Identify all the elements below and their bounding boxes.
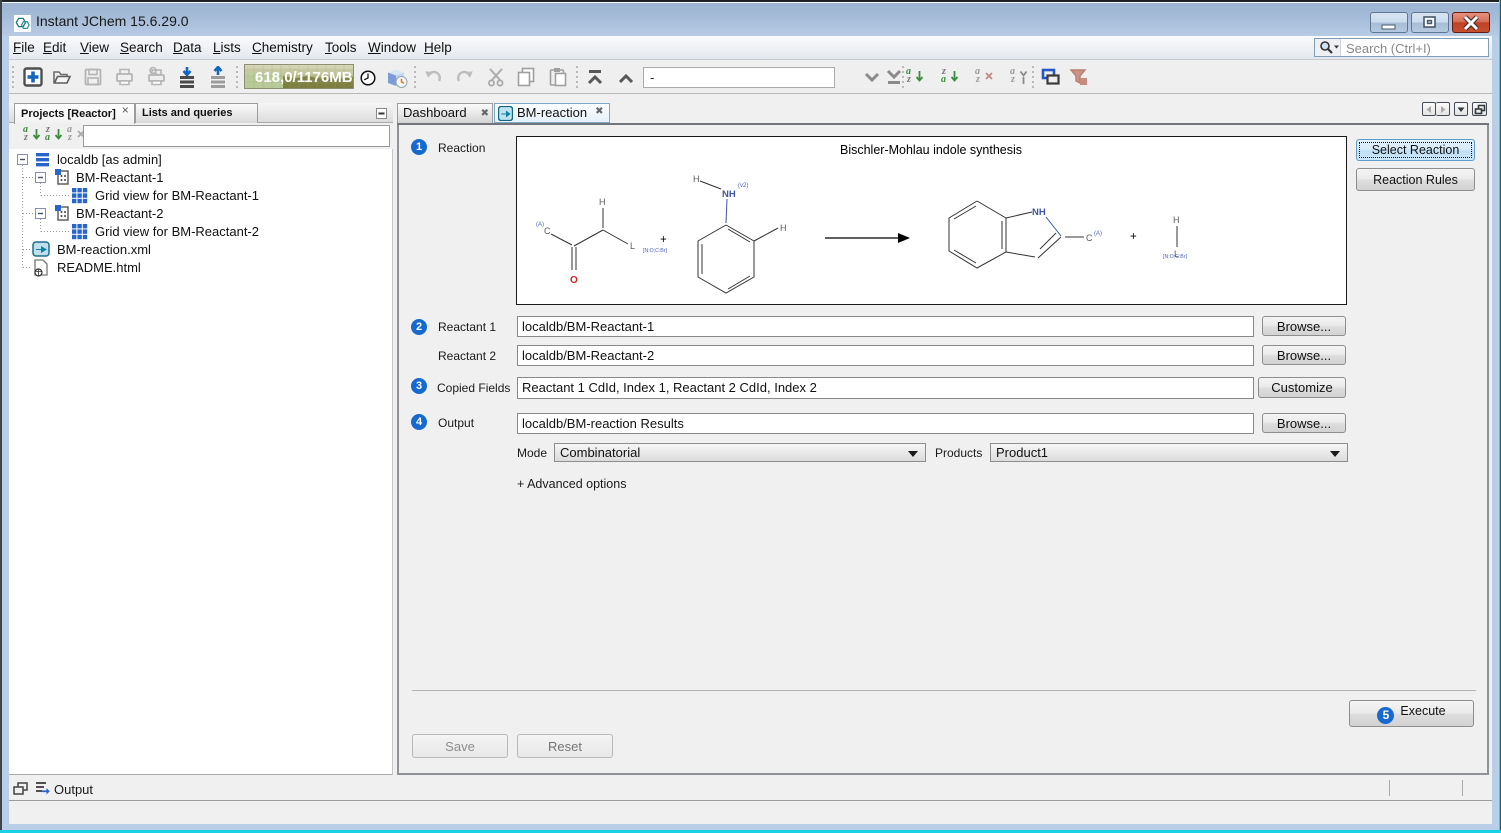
svg-text:H: H	[693, 174, 700, 184]
svg-text:NH: NH	[722, 189, 736, 200]
svg-text:H: H	[599, 197, 606, 207]
svg-text:(v2): (v2)	[738, 183, 748, 189]
svg-text:C: C	[1086, 233, 1093, 243]
svg-text:[N:O;C:Br]: [N:O;C:Br]	[643, 248, 667, 254]
svg-text:L: L	[630, 241, 635, 251]
svg-text:+: +	[660, 234, 667, 246]
svg-text:H: H	[1173, 215, 1180, 225]
svg-text:H: H	[780, 223, 787, 233]
svg-text:C: C	[544, 226, 551, 236]
svg-text:NH: NH	[1032, 207, 1046, 218]
svg-text:(A): (A)	[1094, 231, 1102, 237]
svg-text:[N:O;C:Br]: [N:O;C:Br]	[1163, 254, 1187, 260]
svg-text:+: +	[1130, 231, 1137, 243]
svg-text:(A): (A)	[536, 222, 544, 228]
svg-text:Bischler-Mohlau indole synthes: Bischler-Mohlau indole synthesis	[840, 143, 1022, 157]
svg-text:O: O	[570, 275, 578, 286]
